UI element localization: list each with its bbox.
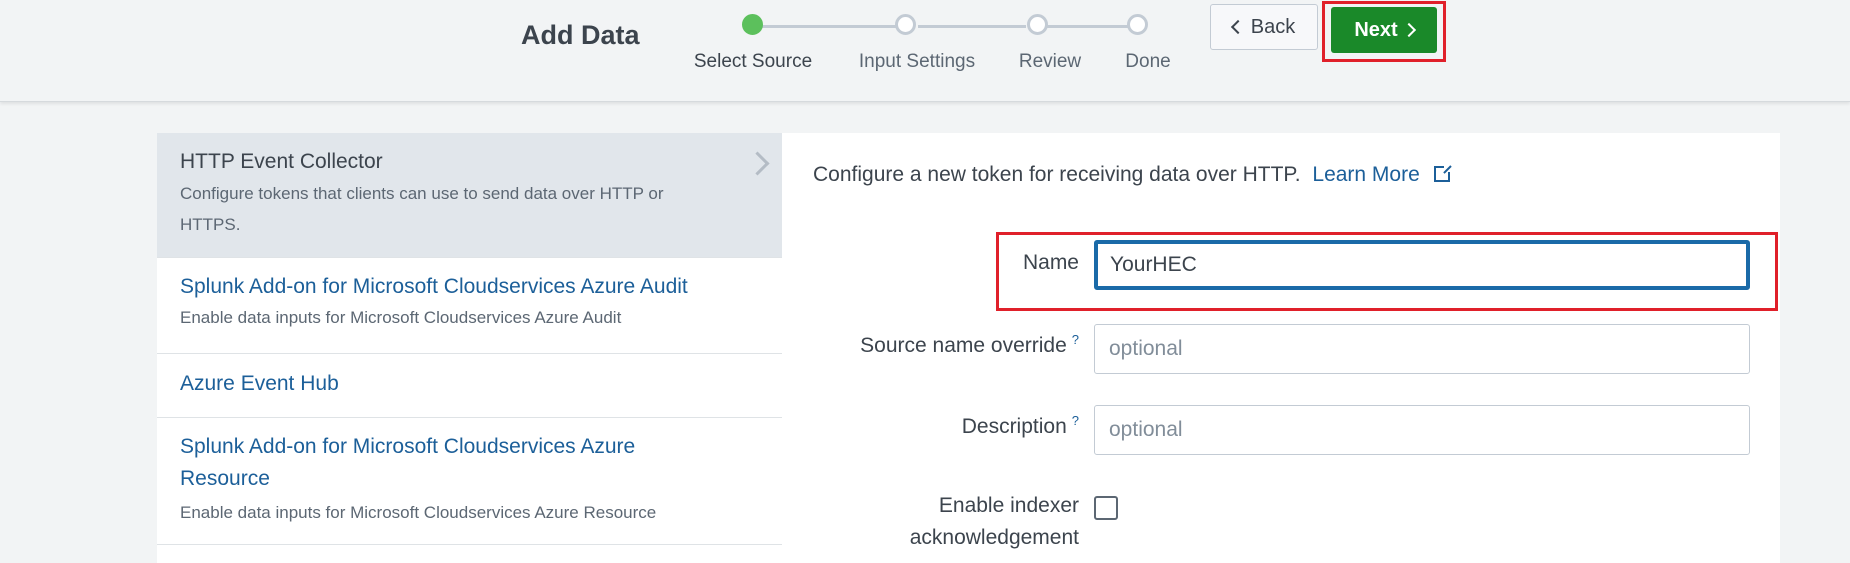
desc-label-wrap: Description? — [782, 413, 1079, 443]
source-list: HTTP Event Collector Configure tokens th… — [157, 133, 783, 563]
page-title: Add Data — [521, 20, 640, 50]
source-item-desc: Configure tokens that clients can use to… — [180, 184, 664, 203]
step-connector — [756, 25, 897, 28]
ack-label-wrap: Enable indexer acknowledgement — [782, 494, 1079, 558]
source-name-label-text: Source name override — [860, 334, 1067, 357]
step-label-review: Review — [1018, 51, 1082, 72]
step-label-done: Done — [1125, 51, 1171, 72]
back-button-label: Back — [1250, 15, 1296, 38]
chevron-right-icon — [1401, 22, 1416, 38]
form-panel: Configure a new token for receiving data… — [782, 133, 1780, 563]
source-item-azure-audit[interactable]: Splunk Add-on for Microsoft Cloudservice… — [157, 258, 782, 354]
ack-label-line2: acknowledgement — [909, 526, 1079, 549]
wizard-stepper: Select Source Input Settings Review Done — [690, 12, 1190, 82]
source-name-input[interactable] — [1094, 324, 1750, 374]
page-header: Add Data Select Source Input Settings Re… — [0, 0, 1850, 102]
learn-more-link[interactable]: Learn More — [1312, 163, 1452, 186]
help-icon[interactable]: ? — [1072, 332, 1079, 347]
name-label-wrap: Name — [782, 251, 1079, 281]
source-item-azure-event-hub[interactable]: Azure Event Hub — [157, 354, 782, 418]
learn-more-label: Learn More — [1312, 163, 1420, 186]
name-label: Name — [1022, 251, 1079, 274]
source-item-title: Azure Event Hub — [180, 372, 339, 395]
source-item-desc: Enable data inputs for Microsoft Cloudse… — [180, 308, 622, 327]
source-item-title: HTTP Event Collector — [180, 150, 383, 173]
description-input[interactable] — [1094, 405, 1750, 455]
ack-label-line1: Enable indexer — [938, 494, 1079, 517]
back-button[interactable]: Back — [1210, 4, 1318, 50]
source-label-wrap: Source name override? — [782, 332, 1079, 362]
description-label-text: Description — [961, 415, 1067, 438]
step-dot-select-source — [742, 14, 763, 35]
next-button-label: Next — [1354, 18, 1398, 41]
source-item-desc: Enable data inputs for Microsoft Cloudse… — [180, 503, 657, 522]
intro-text: Configure a new token for receiving data… — [813, 163, 1301, 186]
source-name-label: Source name override? — [860, 332, 1079, 358]
name-input[interactable] — [1094, 240, 1750, 290]
description-label: Description? — [962, 413, 1079, 439]
step-label-select-source: Select Source — [693, 51, 813, 72]
form-intro: Configure a new token for receiving data… — [813, 163, 1452, 187]
chevron-right-icon — [745, 151, 770, 176]
next-button[interactable]: Next — [1331, 7, 1437, 53]
help-icon[interactable]: ? — [1072, 413, 1079, 428]
step-dot-input-settings — [895, 14, 916, 35]
source-item-title: Resource — [180, 467, 270, 490]
indexer-ack-checkbox[interactable] — [1094, 496, 1118, 520]
step-dot-review — [1027, 14, 1048, 35]
step-connector — [918, 25, 1026, 28]
source-item-http-event-collector[interactable]: HTTP Event Collector Configure tokens th… — [157, 133, 782, 258]
source-item-title: Splunk Add-on for Microsoft Cloudservice… — [180, 275, 688, 298]
source-item-desc: HTTPS. — [180, 215, 241, 234]
external-link-icon — [1433, 164, 1452, 182]
step-label-input-settings: Input Settings — [858, 51, 976, 72]
step-connector — [1047, 25, 1130, 28]
step-dot-done — [1127, 14, 1148, 35]
source-item-title: Splunk Add-on for Microsoft Cloudservice… — [180, 435, 636, 458]
source-item-azure-resource[interactable]: Splunk Add-on for Microsoft Cloudservice… — [157, 418, 782, 545]
chevron-left-icon — [1230, 19, 1245, 35]
